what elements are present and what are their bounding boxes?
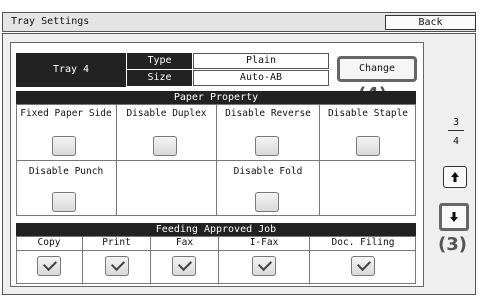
arrow-down-icon: [450, 212, 458, 222]
scroll-up-button[interactable]: [443, 166, 467, 188]
disable-reverse-label: Disable Reverse: [225, 108, 311, 119]
fixed-paper-side-checkbox[interactable]: [52, 136, 76, 156]
tray-name: Tray 4: [16, 53, 126, 87]
disable-duplex-checkbox[interactable]: [153, 136, 177, 156]
arrow-up-icon: [451, 172, 459, 182]
page-total: 4: [452, 136, 460, 147]
doc-filing-checkbox[interactable]: [351, 256, 375, 276]
fixed-paper-side-label: Fixed Paper Side: [20, 108, 112, 119]
type-label: Type: [127, 53, 192, 69]
disable-punch-label: Disable Punch: [28, 166, 104, 177]
change-button[interactable]: Change: [337, 56, 417, 82]
grid-divider: [16, 250, 416, 251]
disable-reverse-checkbox[interactable]: [255, 136, 279, 156]
i-fax-checkbox[interactable]: [252, 256, 276, 276]
fax-label: Fax: [175, 237, 194, 248]
disable-staple-checkbox[interactable]: [356, 136, 380, 156]
size-value: Auto-AB: [193, 70, 329, 86]
copy-checkbox[interactable]: [37, 256, 61, 276]
window-title: Tray Settings: [11, 16, 90, 27]
disable-fold-label: Disable Fold: [233, 166, 303, 177]
copy-label: Copy: [37, 237, 61, 248]
fax-checkbox[interactable]: [172, 256, 196, 276]
grid-divider: [319, 160, 320, 216]
callout-down: (3): [438, 234, 467, 255]
type-value: Plain: [193, 53, 329, 69]
disable-duplex-label: Disable Duplex: [126, 108, 207, 119]
paper-property-header: Paper Property: [16, 91, 416, 104]
feeding-approved-job-header: Feeding Approved Job: [16, 223, 416, 236]
print-label: Print: [102, 237, 131, 248]
size-label: Size: [127, 70, 192, 86]
title-bar: Tray Settings Back: [2, 12, 476, 32]
print-checkbox[interactable]: [105, 256, 129, 276]
grid-divider: [16, 160, 416, 161]
back-button[interactable]: Back: [385, 15, 476, 30]
scroll-down-button[interactable]: [439, 203, 469, 231]
doc-filing-label: Doc. Filing: [331, 237, 395, 248]
page-divider: [448, 130, 464, 131]
i-fax-label: I-Fax: [249, 237, 279, 248]
disable-fold-checkbox[interactable]: [255, 192, 279, 212]
grid-divider: [116, 160, 117, 216]
disable-punch-checkbox[interactable]: [52, 192, 76, 212]
tray-settings-screen: Tray Settings Back Tray 4 Type Size Plai…: [0, 0, 479, 299]
disable-staple-label: Disable Staple: [327, 108, 409, 119]
page-current: 3: [452, 117, 460, 128]
